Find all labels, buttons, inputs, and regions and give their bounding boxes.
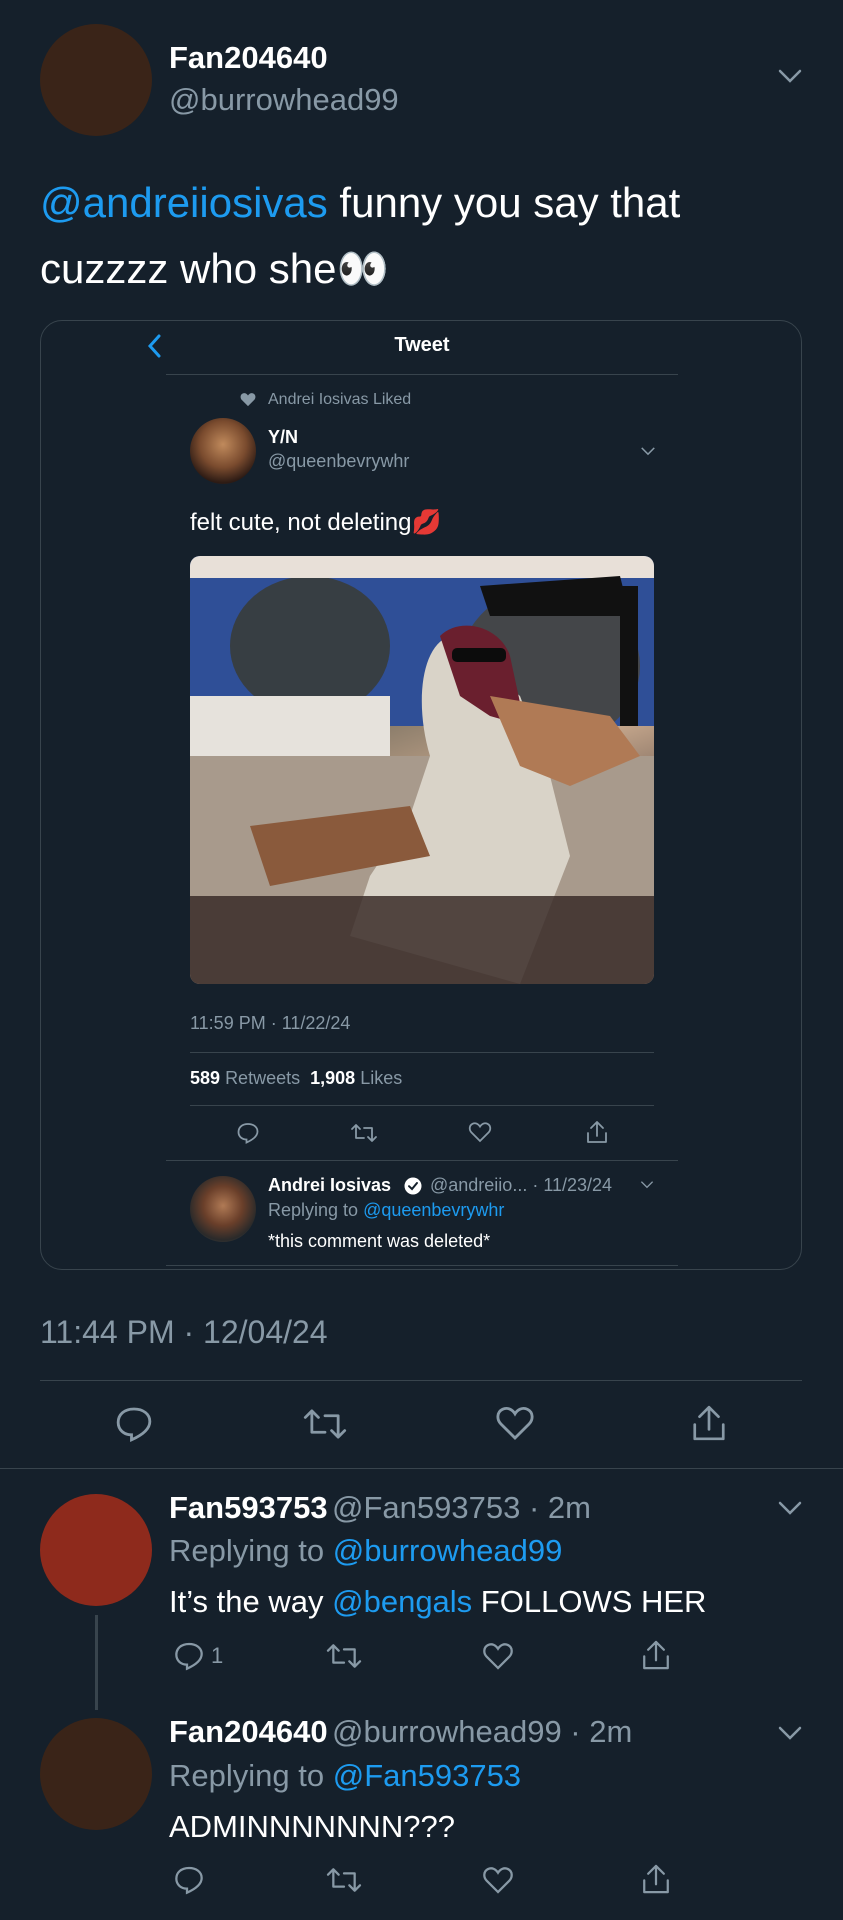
like-icon[interactable]	[482, 1641, 514, 1671]
share-icon	[585, 1119, 609, 1145]
replying-to-link[interactable]: @Fan593753	[333, 1758, 521, 1793]
reply-icon	[236, 1121, 260, 1145]
divider	[166, 1160, 678, 1161]
reply-author-name: Andrei Iosivas	[268, 1175, 392, 1195]
quoted-tweet-text: felt cute, not deleting💋	[190, 509, 442, 536]
replying-to-link[interactable]: @burrowhead99	[333, 1533, 563, 1568]
heart-icon	[240, 392, 256, 407]
reply-icon[interactable]	[114, 1404, 154, 1444]
reply2-handle-time: @burrowhead99 · 2m	[332, 1714, 633, 1749]
reply1-handle-time: @Fan593753 · 2m	[332, 1490, 591, 1525]
author-name[interactable]: Fan204640	[169, 40, 328, 76]
author-avatar[interactable]	[40, 24, 152, 136]
reply1-avatar[interactable]	[40, 1494, 152, 1606]
reply2-avatar[interactable]	[40, 1718, 152, 1830]
chevron-down-icon	[640, 1180, 654, 1189]
reply-icon	[175, 1642, 203, 1671]
liked-by-label: Andrei Iosivas Liked	[268, 391, 412, 408]
quoted-author-handle: @queenbevrywhr	[268, 451, 410, 471]
tweet-text: @andreiiosivas funny you say that cuzzzz…	[40, 179, 681, 292]
mention-link[interactable]: @bengals	[332, 1584, 472, 1619]
reply2-header: Fan204640 @burrowhead99 · 2m	[169, 1714, 632, 1750]
like-icon	[468, 1121, 492, 1143]
reply1-text: It’s the way @bengals FOLLOWS HER	[169, 1584, 707, 1619]
back-arrow-icon	[146, 333, 162, 359]
divider	[190, 1105, 654, 1106]
share-icon[interactable]	[690, 1402, 728, 1444]
mention-link[interactable]: @andreiiosivas	[40, 179, 328, 226]
chevron-down-icon[interactable]	[778, 1725, 802, 1741]
divider	[0, 1468, 843, 1469]
thread-connector	[95, 1615, 98, 1710]
reply2-text: ADMINNNNNNN???	[169, 1809, 455, 1844]
share-icon[interactable]	[640, 1862, 672, 1896]
divider	[166, 374, 678, 375]
reply1-header: Fan593753 @Fan593753 · 2m	[169, 1490, 591, 1526]
replying-to-label: Replying to @queenbevrywhr	[268, 1200, 505, 1220]
quoted-author-avatar	[190, 418, 256, 484]
chevron-down-icon	[640, 446, 656, 456]
verified-badge-icon	[404, 1177, 422, 1195]
share-icon[interactable]	[640, 1638, 672, 1672]
reply-count: 1	[211, 1643, 224, 1668]
retweet-icon[interactable]	[325, 1864, 363, 1896]
retweet-icon	[350, 1121, 378, 1145]
reply1-replying-to: Replying to @burrowhead99	[169, 1533, 563, 1568]
selfie-photo	[190, 556, 654, 984]
tweet-timestamp: 11:44 PM · 12/04/24	[40, 1314, 328, 1350]
quoted-author-name: Y/N	[268, 427, 299, 447]
author-handle[interactable]: @burrowhead99	[169, 82, 399, 118]
reply-author-avatar	[190, 1176, 256, 1242]
reply-text: *this comment was deleted*	[268, 1231, 491, 1251]
divider	[166, 1265, 678, 1266]
reply1-reply-action[interactable]: 1	[173, 1640, 223, 1672]
divider	[40, 1380, 802, 1381]
reply2-replying-to: Replying to @Fan593753	[169, 1758, 522, 1793]
engagement-stats: 589 Retweets 1,908 Likes	[190, 1068, 403, 1088]
retweet-icon[interactable]	[325, 1640, 363, 1672]
reply2-author-name[interactable]: Fan204640	[169, 1714, 328, 1749]
like-icon[interactable]	[482, 1865, 514, 1895]
like-icon[interactable]	[495, 1404, 535, 1442]
divider	[190, 1052, 654, 1053]
quoted-timestamp: 11:59 PM · 11/22/24	[190, 1013, 351, 1033]
reply1-author-name[interactable]: Fan593753	[169, 1490, 328, 1525]
chevron-down-icon[interactable]	[778, 1500, 802, 1516]
reply-icon[interactable]	[173, 1864, 205, 1896]
reply-author-handle: @andreiio... · 11/23/24	[430, 1175, 613, 1195]
chevron-down-icon[interactable]	[778, 68, 802, 84]
screenshot-header-title: Tweet	[394, 334, 450, 356]
retweet-icon[interactable]	[302, 1404, 348, 1444]
